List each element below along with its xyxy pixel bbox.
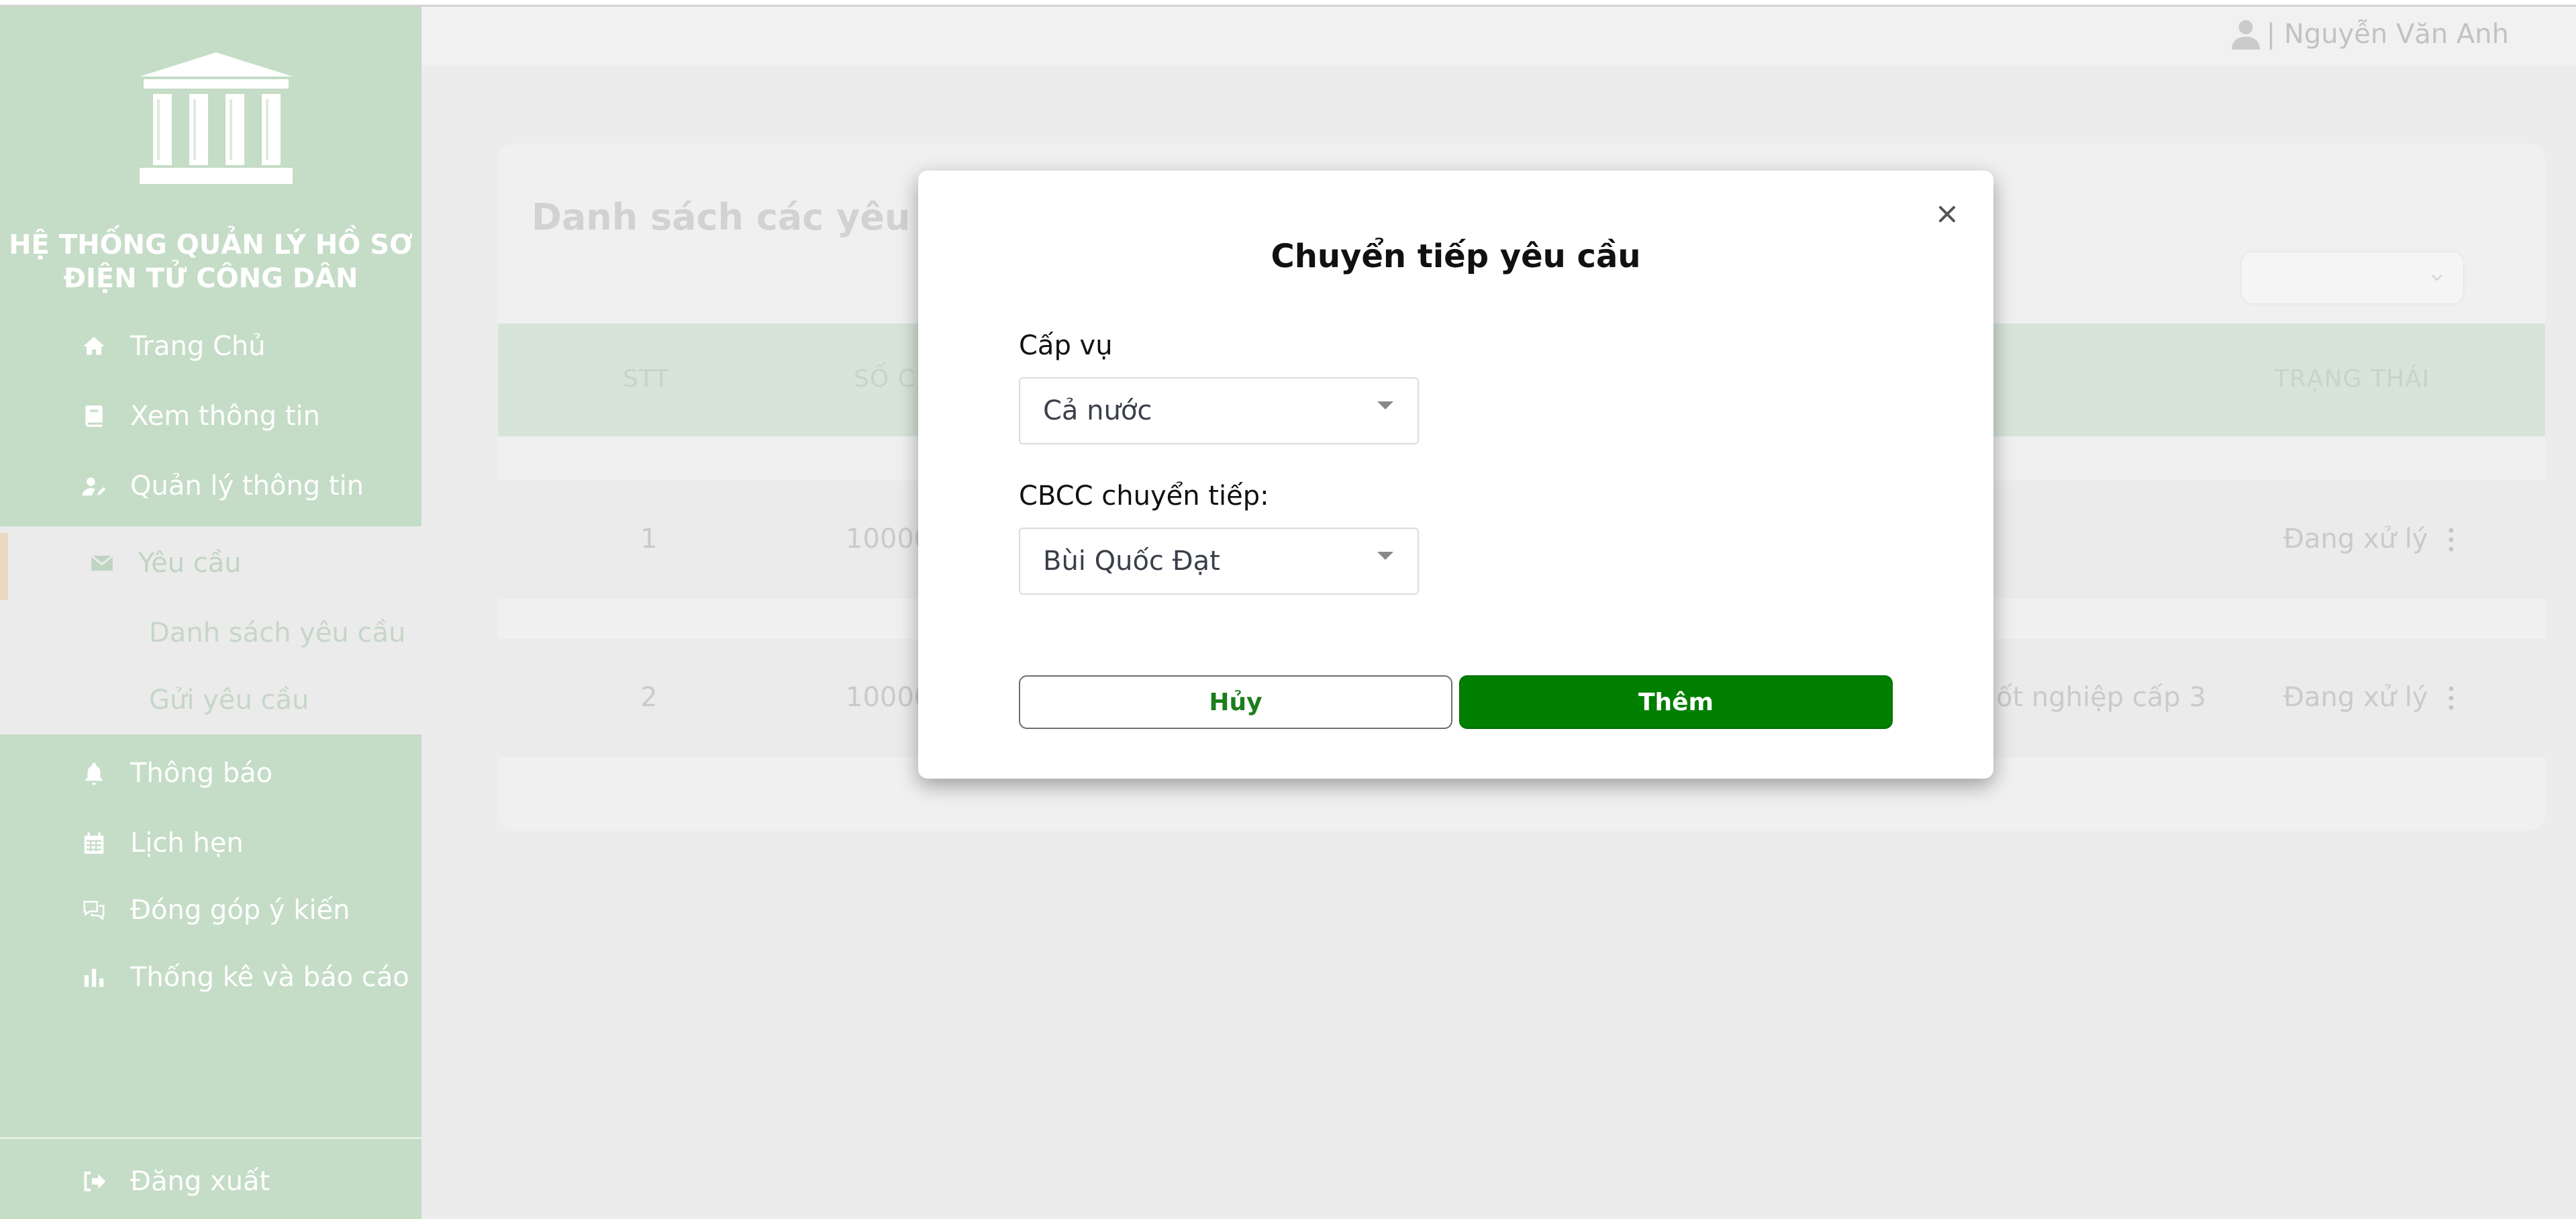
- sidebar-item-label: Đóng góp ý kiến: [130, 895, 350, 926]
- sidebar-item-notifications[interactable]: Thông báo: [0, 742, 422, 804]
- submit-button[interactable]: Thêm: [1459, 675, 1893, 729]
- sidebar: HỆ THỐNG QUẢN LÝ HỒ SƠ ĐIỆN TỬ CÔNG DÂN …: [0, 7, 422, 1219]
- sidebar-item-manage-info[interactable]: Quản lý thông tin: [0, 455, 422, 517]
- column-header-code: SỐ C: [854, 365, 915, 393]
- level-select-value: Cả nước: [1043, 395, 1152, 426]
- user-menu[interactable]: | Nguyễn Văn Anh: [2231, 19, 2509, 50]
- user-name: | Nguyễn Văn Anh: [2266, 19, 2509, 50]
- officer-select-value: Bùi Quốc Đạt: [1043, 546, 1220, 577]
- sign-out-icon: [79, 1167, 109, 1196]
- sidebar-item-label: Yêu cầu: [138, 548, 242, 579]
- window-top-strip: [0, 0, 2576, 7]
- system-title-line2: ĐIỆN TỬ CÔNG DÂN: [63, 263, 358, 294]
- bar-chart-icon: [79, 963, 109, 992]
- sidebar-item-label: Thống kê và báo cáo: [130, 962, 409, 993]
- officer-select[interactable]: Bùi Quốc Đạt: [1019, 528, 1419, 595]
- sidebar-item-label: Quản lý thông tin: [130, 471, 364, 501]
- column-header-stt: STT: [623, 365, 670, 393]
- cancel-button[interactable]: Hủy: [1019, 675, 1452, 729]
- dropdown-caret-icon: [1377, 552, 1393, 560]
- close-icon: [1939, 206, 1955, 222]
- system-title-line1: HỆ THỐNG QUẢN LÝ HỒ SƠ: [9, 230, 413, 260]
- close-button[interactable]: [1930, 197, 1964, 231]
- cell-status: Đang xử lý: [2283, 682, 2428, 713]
- sidebar-item-statistics[interactable]: Thống kê và báo cáo: [0, 946, 422, 1008]
- level-label: Cấp vụ: [1019, 330, 1113, 361]
- sidebar-item-requests[interactable]: Yêu cầu: [0, 526, 422, 600]
- dropdown-caret-icon: [1377, 401, 1393, 409]
- sidebar-item-label: Lịch hẹn: [130, 828, 244, 859]
- home-icon: [79, 332, 109, 361]
- system-title: HỆ THỐNG QUẢN LÝ HỒ SƠ ĐIỆN TỬ CÔNG DÂN: [0, 228, 422, 295]
- book-icon: [79, 401, 109, 431]
- filter-select[interactable]: [2242, 252, 2463, 303]
- user-edit-icon: [79, 471, 109, 501]
- envelope-icon: [87, 548, 117, 578]
- comments-icon: [79, 895, 109, 925]
- officer-label: CBCC chuyển tiếp:: [1019, 481, 1269, 511]
- user-icon: [2231, 20, 2260, 50]
- chevron-down-icon: [2432, 275, 2442, 281]
- cell-stt: 1: [640, 524, 658, 554]
- logout-divider: [0, 1137, 422, 1139]
- requests-submenu: Danh sách yêu cầu Gửi yêu cầu: [0, 600, 422, 734]
- submenu-item-request-list[interactable]: Danh sách yêu cầu: [149, 618, 405, 648]
- cell-type: ốt nghiệp cấp 3: [1996, 682, 2206, 713]
- more-actions-icon[interactable]: [2447, 685, 2455, 712]
- logout-label: Đăng xuất: [130, 1166, 270, 1197]
- sidebar-item-home[interactable]: Trang Chủ: [0, 315, 422, 377]
- sidebar-item-label: Xem thông tin: [130, 401, 321, 432]
- card-title: Danh sách các yêu cầ: [532, 196, 969, 238]
- level-select[interactable]: Cả nước: [1019, 377, 1419, 444]
- sidebar-item-view-info[interactable]: Xem thông tin: [0, 385, 422, 447]
- sidebar-item-appointments[interactable]: Lịch hẹn: [0, 812, 422, 874]
- active-indicator: [0, 533, 8, 600]
- modal-title: Chuyển tiếp yêu cầu: [1271, 238, 1641, 275]
- cell-status: Đang xử lý: [2283, 524, 2428, 554]
- forward-request-modal: Chuyển tiếp yêu cầu Cấp vụ Cả nước CBCC …: [918, 170, 1993, 779]
- sidebar-item-label: Trang Chủ: [130, 331, 266, 362]
- more-actions-icon[interactable]: [2447, 526, 2455, 553]
- calendar-icon: [79, 828, 109, 858]
- sidebar-item-feedback[interactable]: Đóng góp ý kiến: [0, 879, 422, 941]
- column-header-status: TRẠNG THÁI: [2274, 365, 2430, 393]
- sidebar-item-label: Thông báo: [130, 758, 273, 789]
- cell-stt: 2: [640, 682, 658, 713]
- top-header: | Nguyễn Văn Anh: [422, 7, 2576, 66]
- submenu-item-send-request[interactable]: Gửi yêu cầu: [149, 685, 309, 716]
- logout-button[interactable]: Đăng xuất: [0, 1151, 422, 1212]
- bell-icon: [79, 759, 109, 788]
- building-logo-icon: [140, 52, 293, 184]
